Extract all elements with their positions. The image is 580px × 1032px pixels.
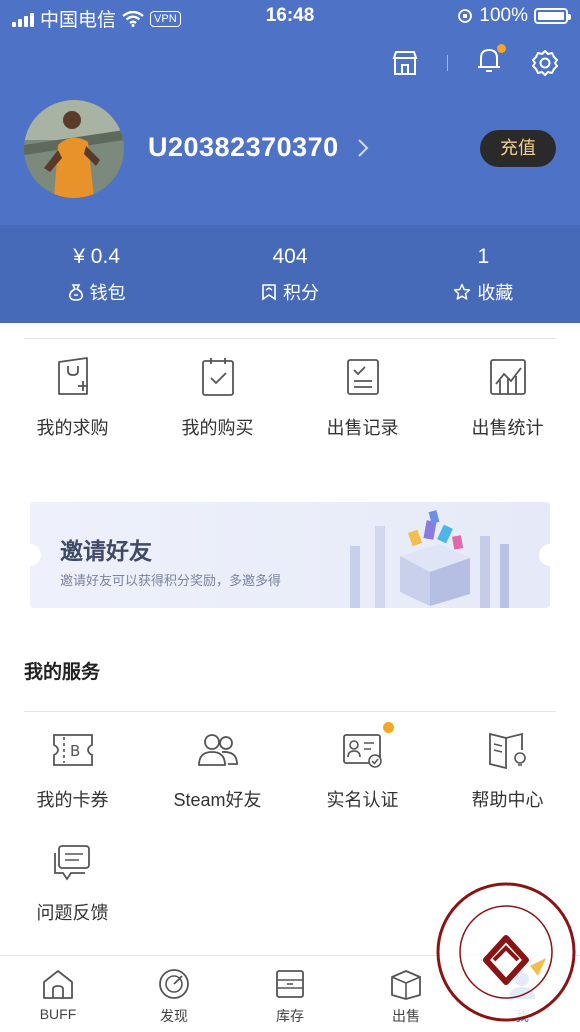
- chevron-right-icon: [357, 138, 369, 157]
- wallet-item-balance[interactable]: ¥ 0.4 钱包: [0, 225, 193, 323]
- coupon-icon: B: [52, 734, 93, 766]
- recharge-button[interactable]: 充值: [480, 130, 556, 167]
- services-item-help-center[interactable]: 帮助中心: [435, 730, 580, 812]
- orders-item-label: 我的购买: [181, 418, 254, 438]
- services-item-label: 实名认证: [326, 790, 399, 810]
- orders-item-label: 我的求购: [36, 418, 109, 438]
- wallet-item-points[interactable]: 404 积分: [193, 225, 386, 323]
- verification-badge-dot: [383, 722, 394, 733]
- status-bar: 中国电信 VPN 16:48 100%: [0, 0, 580, 34]
- divider: [24, 338, 556, 339]
- nav-item-buff[interactable]: BUFF: [0, 956, 116, 1032]
- help-book-icon: [488, 732, 526, 770]
- list-check-icon: [346, 359, 379, 395]
- nav-item-label: 库存: [276, 1008, 304, 1024]
- wallet-points-value: 404: [272, 245, 308, 268]
- orders-item-purchases[interactable]: 我的购买: [145, 356, 290, 440]
- orders-item-sales-stats[interactable]: 出售统计: [435, 356, 580, 440]
- bag-plus-icon: [57, 357, 88, 395]
- wallet-favorites-label: 收藏: [477, 283, 514, 303]
- orders-item-buy-requests[interactable]: 我的求购: [0, 356, 145, 440]
- points-icon: [262, 284, 276, 301]
- invite-banner[interactable]: 邀请好友 邀请好友可以获得积分奖励，多邀多得: [30, 502, 550, 608]
- services-item-label: 问题反馈: [36, 903, 109, 923]
- sell-box-icon: [391, 970, 421, 1000]
- orders-item-label: 出售统计: [471, 418, 544, 438]
- profile-header: 中国电信 VPN 16:48 100% U20382370370 充值: [0, 0, 580, 225]
- banner-notch-left: [30, 544, 41, 566]
- clipboard-check-icon: [201, 358, 234, 396]
- inventory-icon: [276, 970, 304, 998]
- watermark-stamp: [436, 882, 576, 1022]
- wallet-bar: ¥ 0.4 钱包 404 积分 1 收藏: [0, 225, 580, 323]
- store-icon[interactable]: [391, 49, 419, 77]
- notification-dot: [497, 44, 506, 53]
- wallet-item-favorites[interactable]: 1 收藏: [387, 225, 580, 323]
- services-item-feedback[interactable]: 问题反馈: [0, 843, 145, 925]
- wallet-favorites-value: 1: [477, 245, 490, 268]
- battery-icon: [534, 8, 571, 24]
- orders-grid: 我的求购 我的购买 出售记录 出售统计: [0, 356, 580, 440]
- divider: [24, 711, 556, 712]
- wallet-balance-value: ¥ 0.4: [73, 245, 121, 268]
- nav-item-inventory[interactable]: 库存: [232, 956, 348, 1032]
- services-title: 我的服务: [24, 662, 101, 683]
- nav-item-label: 发现: [160, 1008, 188, 1024]
- discover-icon: [159, 969, 189, 999]
- banner-subtitle: 邀请好友可以获得积分奖励，多邀多得: [60, 573, 282, 588]
- services-item-steam-friends[interactable]: Steam好友: [145, 730, 290, 812]
- chart-line-icon: [489, 359, 526, 395]
- services-item-verification[interactable]: 实名认证: [290, 722, 435, 812]
- notification-button[interactable]: [476, 44, 506, 79]
- avatar-photo: [24, 100, 124, 198]
- wallet-points-label: 积分: [282, 283, 319, 303]
- orders-item-label: 出售记录: [326, 418, 399, 438]
- feedback-icon: [53, 845, 90, 881]
- services-item-label: 我的卡券: [36, 790, 109, 810]
- avatar[interactable]: [24, 100, 124, 198]
- orders-item-sales-records[interactable]: 出售记录: [290, 356, 435, 440]
- icon-divider: [447, 54, 448, 71]
- wallet-balance-label: 钱包: [89, 283, 126, 303]
- banner-title: 邀请好友: [60, 538, 152, 564]
- id-card-icon: [342, 734, 382, 768]
- nav-item-discover[interactable]: 发现: [116, 956, 232, 1032]
- star-icon: [454, 283, 471, 300]
- gear-icon[interactable]: [530, 48, 560, 78]
- gift-box-illustration: [350, 510, 509, 608]
- home-icon: [43, 970, 73, 999]
- friends-icon: [197, 734, 238, 766]
- orientation-lock-icon: [458, 9, 473, 23]
- services-grid: B 我的卡券 Steam好友 实名认证 帮助中心: [0, 722, 580, 812]
- username: U20382370370: [148, 132, 339, 162]
- banner-notch-right: [539, 544, 550, 566]
- nav-item-label: BUFF: [39, 1006, 77, 1022]
- services-item-label: 帮助中心: [471, 790, 544, 810]
- battery-percent: 100%: [479, 5, 528, 26]
- money-bag-icon: [68, 284, 83, 301]
- username-link[interactable]: U20382370370: [148, 132, 369, 163]
- services-item-coupons[interactable]: B 我的卡券: [0, 730, 145, 812]
- services-item-label: Steam好友: [173, 790, 262, 810]
- svg-text:B: B: [70, 742, 80, 760]
